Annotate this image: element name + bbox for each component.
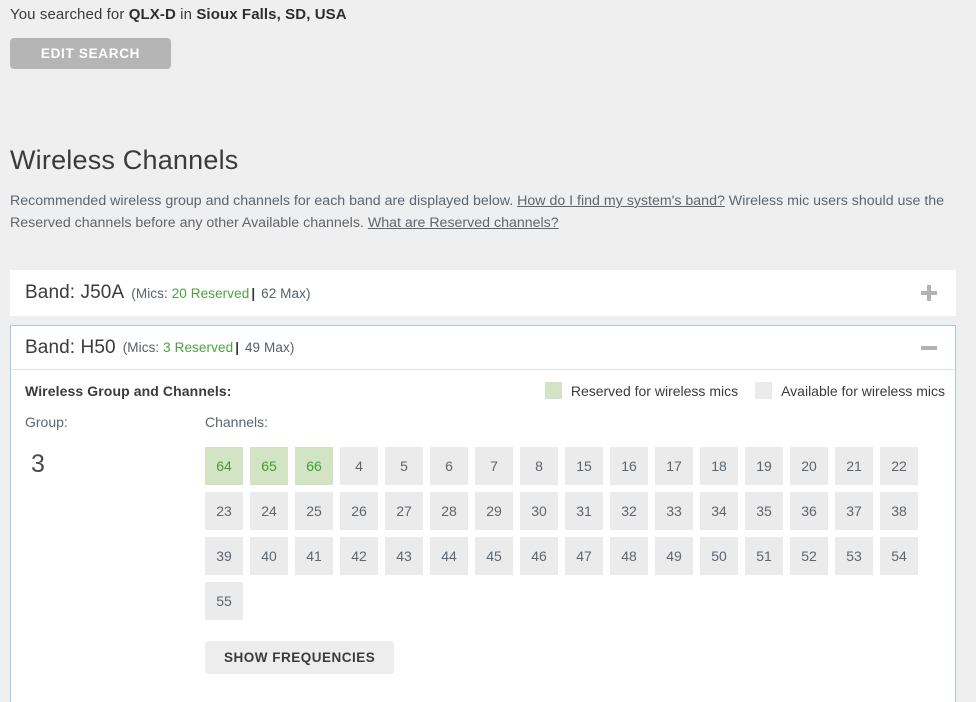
channel-tile: 22: [880, 447, 918, 485]
channel-tile: 8: [520, 447, 558, 485]
band-meta-separator: |: [235, 340, 239, 355]
channel-tile: 45: [475, 537, 513, 575]
mics-suffix-text: ): [306, 286, 311, 301]
channel-tile: 21: [835, 447, 873, 485]
description-text-part1: Recommended wireless group and channels …: [10, 193, 517, 209]
channel-tile: 30: [520, 492, 558, 530]
channel-tile: 26: [340, 492, 378, 530]
channel-tile: 20: [790, 447, 828, 485]
channel-tile: 37: [835, 492, 873, 530]
channel-tile: 64: [205, 447, 243, 485]
channel-tile: 4: [340, 447, 378, 485]
legend-item-available: Available for wireless mics: [755, 382, 945, 399]
channel-tile: 38: [880, 492, 918, 530]
mics-suffix-text: ): [290, 340, 295, 355]
search-summary: You searched for QLX-D in Sioux Falls, S…: [10, 6, 347, 23]
channel-tile: 7: [475, 447, 513, 485]
minus-icon[interactable]: [919, 338, 939, 358]
channel-tile: 49: [655, 537, 693, 575]
channel-tile: 24: [250, 492, 288, 530]
page-root: You searched for QLX-D in Sioux Falls, S…: [0, 0, 976, 702]
plus-icon[interactable]: [919, 283, 939, 303]
channel-tile: 43: [385, 537, 423, 575]
channel-tile: 15: [565, 447, 603, 485]
channel-tile: 23: [205, 492, 243, 530]
channel-tile: 65: [250, 447, 288, 485]
band-panel-body: Wireless Group and Channels: Reserved fo…: [11, 370, 955, 702]
band-mics-summary: (Mics: 3 Reserved| 49 Max): [123, 340, 295, 355]
channel-tile: 31: [565, 492, 603, 530]
reserved-swatch-icon: [545, 382, 562, 399]
search-middle-text: in: [176, 6, 196, 23]
available-swatch-icon: [755, 382, 772, 399]
band-reserved-count: 20 Reserved: [172, 286, 250, 301]
channel-tile: 48: [610, 537, 648, 575]
channel-tile: 28: [430, 492, 468, 530]
channel-tile: 33: [655, 492, 693, 530]
channel-tile: 44: [430, 537, 468, 575]
channels-column-label: Channels:: [205, 414, 268, 430]
channel-tile: 51: [745, 537, 783, 575]
band-max-count: 49 Max: [245, 340, 290, 355]
channel-tile: 5: [385, 447, 423, 485]
band-header-j50a[interactable]: Band: J50A (Mics: 20 Reserved| 62 Max): [11, 271, 955, 315]
band-header-h50[interactable]: Band: H50 (Mics: 3 Reserved| 49 Max): [11, 326, 955, 370]
legend-reserved-label: Reserved for wireless mics: [571, 383, 738, 399]
channel-tile: 27: [385, 492, 423, 530]
group-value: 3: [31, 450, 45, 479]
band-card-expanded: Band: H50 (Mics: 3 Reserved| 49 Max) Wir…: [10, 325, 956, 702]
legend-available-label: Available for wireless mics: [781, 383, 945, 399]
channel-tile: 17: [655, 447, 693, 485]
section-description: Recommended wireless group and channels …: [10, 190, 956, 234]
channel-tile: 40: [250, 537, 288, 575]
search-prefix-text: You searched for: [10, 6, 129, 23]
channel-tile: 50: [700, 537, 738, 575]
channel-tile: 25: [295, 492, 333, 530]
band-meta-separator: |: [251, 286, 255, 301]
what-are-reserved-channels-link[interactable]: What are Reserved channels?: [368, 215, 559, 231]
channel-tile: 53: [835, 537, 873, 575]
show-frequencies-button[interactable]: SHOW FREQUENCIES: [205, 641, 394, 674]
band-reserved-count: 3 Reserved: [163, 340, 233, 355]
channel-tile: 35: [745, 492, 783, 530]
channel-tile: 42: [340, 537, 378, 575]
band-mics-summary: (Mics: 20 Reserved| 62 Max): [131, 286, 310, 301]
how-do-i-find-my-band-link[interactable]: How do I find my system's band?: [517, 193, 725, 209]
channel-tile: 29: [475, 492, 513, 530]
channel-tile: 46: [520, 537, 558, 575]
search-location-value: Sioux Falls, SD, USA: [196, 6, 346, 23]
channel-tile: 16: [610, 447, 648, 485]
channel-tile: 55: [205, 582, 243, 620]
channel-tile: 19: [745, 447, 783, 485]
band-name-label: Band: J50A: [25, 282, 124, 304]
page-title: Wireless Channels: [10, 145, 238, 176]
legend: Reserved for wireless mics Available for…: [545, 382, 945, 399]
channel-tile: 6: [430, 447, 468, 485]
panel-subtitle: Wireless Group and Channels:: [25, 383, 232, 399]
channel-tile: 66: [295, 447, 333, 485]
channel-tile: 52: [790, 537, 828, 575]
channel-tile: 47: [565, 537, 603, 575]
mics-prefix-text: (Mics:: [131, 286, 171, 301]
group-column-label: Group:: [25, 414, 68, 430]
channel-grid: 6465664567815161718192021222324252627282…: [205, 447, 935, 620]
channel-tile: 39: [205, 537, 243, 575]
band-name-label: Band: H50: [25, 337, 116, 359]
search-product-value: QLX-D: [129, 6, 176, 23]
band-card-collapsed: Band: J50A (Mics: 20 Reserved| 62 Max): [10, 270, 956, 316]
legend-item-reserved: Reserved for wireless mics: [545, 382, 738, 399]
mics-prefix-text: (Mics:: [123, 340, 163, 355]
channel-tile: 36: [790, 492, 828, 530]
band-max-count: 62 Max: [261, 286, 306, 301]
channel-tile: 32: [610, 492, 648, 530]
channel-tile: 18: [700, 447, 738, 485]
channel-tile: 41: [295, 537, 333, 575]
channel-tile: 54: [880, 537, 918, 575]
channel-tile: 34: [700, 492, 738, 530]
edit-search-button[interactable]: EDIT SEARCH: [10, 38, 171, 69]
